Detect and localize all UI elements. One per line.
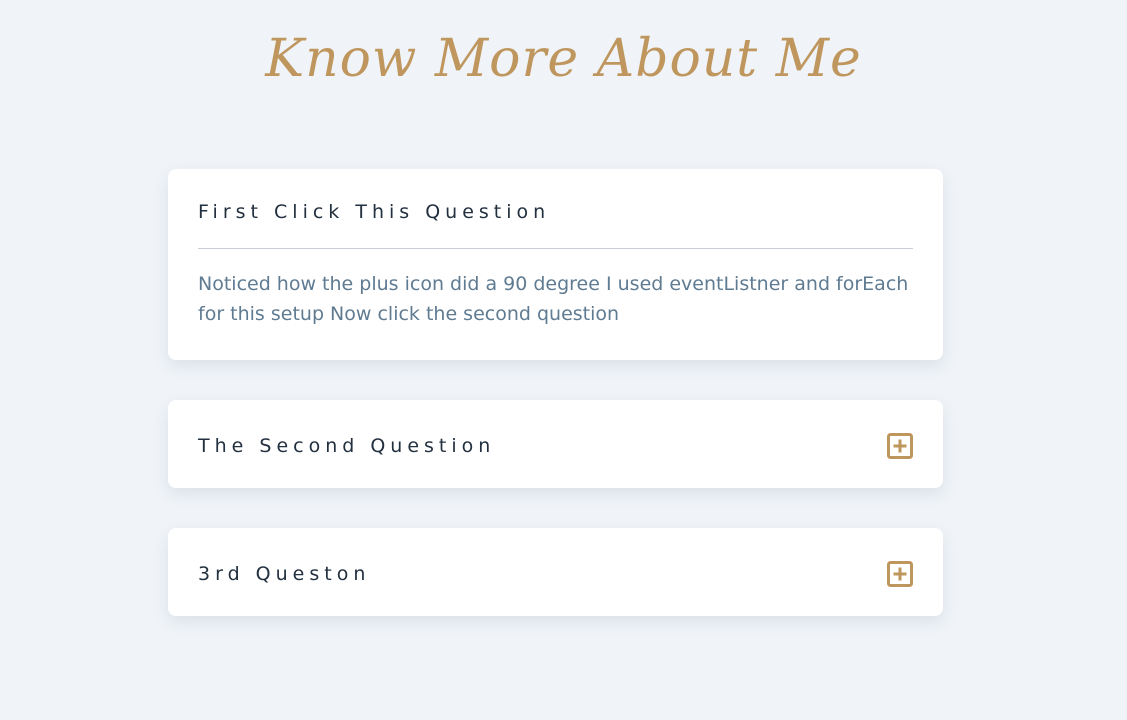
faq-question-3[interactable]: 3rd Queston	[198, 563, 370, 585]
plus-square-icon[interactable]	[887, 561, 913, 587]
faq-item-2[interactable]: The Second Question	[168, 400, 943, 488]
page-title: Know More About Me	[265, 29, 862, 89]
faq-divider	[198, 248, 913, 249]
plus-square-icon[interactable]	[887, 433, 913, 459]
faq-item-1[interactable]: First Click This Question Noticed how th…	[168, 169, 943, 360]
faq-answer-1: Noticed how the plus icon did a 90 degre…	[198, 273, 909, 325]
faq-item-3[interactable]: 3rd Queston	[168, 528, 943, 616]
faq-question-1[interactable]: First Click This Question	[198, 201, 550, 223]
faq-question-2[interactable]: The Second Question	[198, 435, 495, 457]
